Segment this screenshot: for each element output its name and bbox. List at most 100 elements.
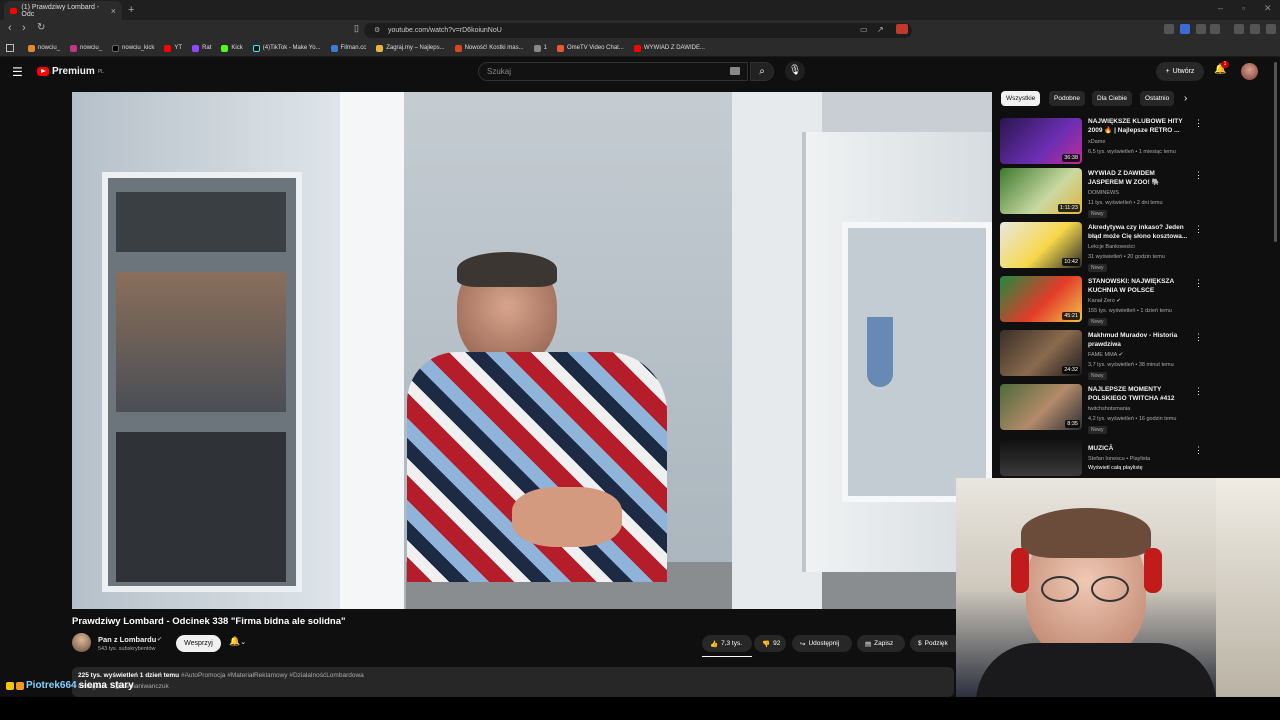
recommendation-thumbnail[interactable]: 36:38: [1000, 118, 1082, 164]
more-options-icon[interactable]: ⋮: [1194, 224, 1203, 235]
recommendation-thumbnail[interactable]: 45:21: [1000, 276, 1082, 322]
thumbs-up-icon: 👍: [710, 640, 719, 648]
extension-icon[interactable]: [1196, 24, 1206, 34]
extension-icon[interactable]: [1250, 24, 1260, 34]
playlist-thumbnail[interactable]: [1000, 440, 1082, 476]
hamburger-menu-icon[interactable]: ☰: [12, 65, 23, 79]
share-page-icon[interactable]: ↗: [877, 25, 884, 34]
voice-search-button[interactable]: 🎙: [785, 61, 805, 81]
hashtags[interactable]: #AutoPromocja #MateriałReklamowy #Działa…: [181, 672, 364, 679]
bookmark-item[interactable]: OmeTV Video Chat...: [556, 44, 624, 52]
reload-icon[interactable]: ↻: [37, 22, 45, 33]
apps-icon[interactable]: [6, 44, 14, 52]
bookmark-item[interactable]: Nowość! Kostki mas...: [454, 44, 524, 52]
recommendation-channel[interactable]: twitchshotsmania: [1088, 406, 1130, 412]
bookmark-item[interactable]: (4)TikTok - Make Yo...: [252, 44, 321, 52]
keyboard-icon[interactable]: [730, 67, 740, 75]
account-avatar[interactable]: [1241, 63, 1258, 80]
extension-icon[interactable]: [1210, 24, 1220, 34]
chip-all[interactable]: Wszystkie: [1001, 91, 1041, 106]
subscription-bell-button[interactable]: 🔔⌄: [229, 636, 246, 647]
playlist-title[interactable]: MUZICĂ: [1088, 445, 1190, 454]
extension-icon[interactable]: [1180, 24, 1190, 34]
recommendation-title[interactable]: STANOWSKI: NAJWIĘKSZA KUCHNIA W POLSCE: [1088, 278, 1190, 295]
close-window-icon[interactable]: ✕: [1264, 3, 1272, 14]
more-options-icon[interactable]: ⋮: [1194, 386, 1203, 397]
media-icon[interactable]: [1234, 24, 1244, 34]
extension-icon[interactable]: [1164, 24, 1174, 34]
chevron-right-icon[interactable]: ›: [1184, 93, 1187, 104]
bookmark-item[interactable]: Kick: [221, 44, 243, 52]
recommendation-channel[interactable]: xDame: [1088, 139, 1105, 145]
webcam-overlay: [956, 478, 1280, 698]
video-duration: 8:35: [1065, 420, 1080, 428]
recommendation-channel[interactable]: Kanał Zero ✔: [1088, 298, 1121, 304]
more-options-icon[interactable]: ⋮: [1194, 332, 1203, 343]
recommendation-thumbnail[interactable]: 8:35: [1000, 384, 1082, 430]
search-input[interactable]: Szukaj: [478, 62, 748, 81]
more-options-icon[interactable]: ⋮: [1194, 445, 1203, 456]
playlist-channel[interactable]: Stefan Ionescu • Playlista: [1088, 456, 1150, 462]
recommendation-title[interactable]: Akredytywa czy inkaso? Jeden błąd może C…: [1088, 224, 1190, 241]
bookmark-item[interactable]: nowciu_: [70, 44, 102, 52]
video-player[interactable]: [72, 92, 992, 609]
video-shelf: [116, 192, 286, 252]
cast-icon[interactable]: ▭: [860, 25, 868, 34]
bookmark-item[interactable]: YT: [164, 44, 182, 52]
search-button[interactable]: ⌕: [750, 62, 774, 81]
save-button[interactable]: ▤ Zapisz: [857, 635, 905, 652]
recommendation-channel[interactable]: FAME MMA ✔: [1088, 352, 1123, 358]
recommendation-thumbnail[interactable]: 24:32: [1000, 330, 1082, 376]
recommendation-thumbnail[interactable]: 10:42: [1000, 222, 1082, 268]
url-input[interactable]: youtube.com/watch?v=rD6koiunNoU: [364, 23, 912, 38]
recommendation-title[interactable]: NAJLEPSZE MOMENTY POLSKIEGO TWITCHA #412: [1088, 386, 1190, 403]
share-button[interactable]: ↪ Udostępnij: [792, 635, 852, 652]
bookmark-item[interactable]: Zagraj.my – Najleps...: [376, 44, 445, 52]
chip-recent[interactable]: Ostatnio: [1140, 91, 1175, 106]
page-scrollbar[interactable]: [1274, 62, 1277, 242]
forward-icon[interactable]: ›: [22, 22, 26, 34]
site-info-icon[interactable]: ⚙: [374, 26, 380, 34]
back-icon[interactable]: ‹: [8, 22, 12, 34]
channel-name[interactable]: Pan z Lombardu: [98, 635, 156, 644]
minimize-icon[interactable]: –: [1218, 3, 1223, 13]
more-options-icon[interactable]: ⋮: [1194, 170, 1203, 181]
bookmark-item[interactable]: nowciu_: [28, 44, 60, 52]
browser-tab[interactable]: (1) Prawdziwy Lombard - Odc ×: [4, 1, 122, 20]
video-shelf: [116, 432, 286, 582]
dislike-button[interactable]: 👎 92: [754, 635, 786, 652]
chip-related[interactable]: Podobne: [1049, 91, 1086, 106]
bookmark-item[interactable]: nowciu_kick: [112, 44, 154, 52]
more-options-icon[interactable]: ⋮: [1194, 118, 1203, 129]
thanks-button[interactable]: $ Podzięk: [910, 635, 956, 652]
video-person-jacket: [407, 352, 667, 582]
bookmark-item[interactable]: Filman.cc: [330, 44, 366, 52]
recommendation-thumbnail[interactable]: 1:11:23: [1000, 168, 1082, 214]
channel-avatar[interactable]: [72, 633, 91, 652]
youtube-logo[interactable]: Premium PL: [37, 66, 104, 77]
youtube-icon: [633, 44, 641, 52]
recommendation-channel[interactable]: DOMINEWS: [1088, 190, 1119, 196]
support-button[interactable]: Wesprzyj: [176, 635, 221, 652]
extension-badge-icon[interactable]: [896, 24, 908, 34]
menu-icon[interactable]: [1266, 24, 1276, 34]
recommendation-title[interactable]: WYWIAD Z DAWIDEM JASPEREM W ZOO! 🐘: [1088, 170, 1190, 187]
chip-for-you[interactable]: Dla Ciebie: [1092, 91, 1132, 106]
maximize-icon[interactable]: ▫: [1242, 3, 1245, 13]
bookmark-item[interactable]: 1: [533, 44, 547, 52]
bookmark-icon[interactable]: ▯: [354, 23, 359, 34]
recommendation-title[interactable]: NAJWIĘKSZE KLUBOWE HITY 2009 🔥 | Najleps…: [1088, 118, 1190, 135]
like-button[interactable]: 👍 7,3 tys.: [702, 635, 752, 652]
new-tab-button[interactable]: +: [128, 4, 134, 16]
view-full-playlist-link[interactable]: Wyświetl całą playlistę: [1088, 465, 1143, 471]
recommendation-meta: 11 tys. wyświetleń • 2 dni temu: [1088, 200, 1163, 206]
close-tab-icon[interactable]: ×: [111, 6, 116, 16]
recommendation-channel[interactable]: Lekcje Bankowości: [1088, 244, 1135, 250]
bookmark-item[interactable]: Rat: [192, 44, 211, 52]
create-button[interactable]: + Utwórz: [1156, 62, 1204, 81]
more-options-icon[interactable]: ⋮: [1194, 278, 1203, 289]
chevron-down-icon: ⌄: [240, 639, 247, 646]
recommendation-title[interactable]: Makhmud Muradov - Historia prawdziwa: [1088, 332, 1190, 349]
x-icon: [112, 44, 120, 52]
bookmark-item[interactable]: WYWIAD Z DAWIDE...: [633, 44, 705, 52]
